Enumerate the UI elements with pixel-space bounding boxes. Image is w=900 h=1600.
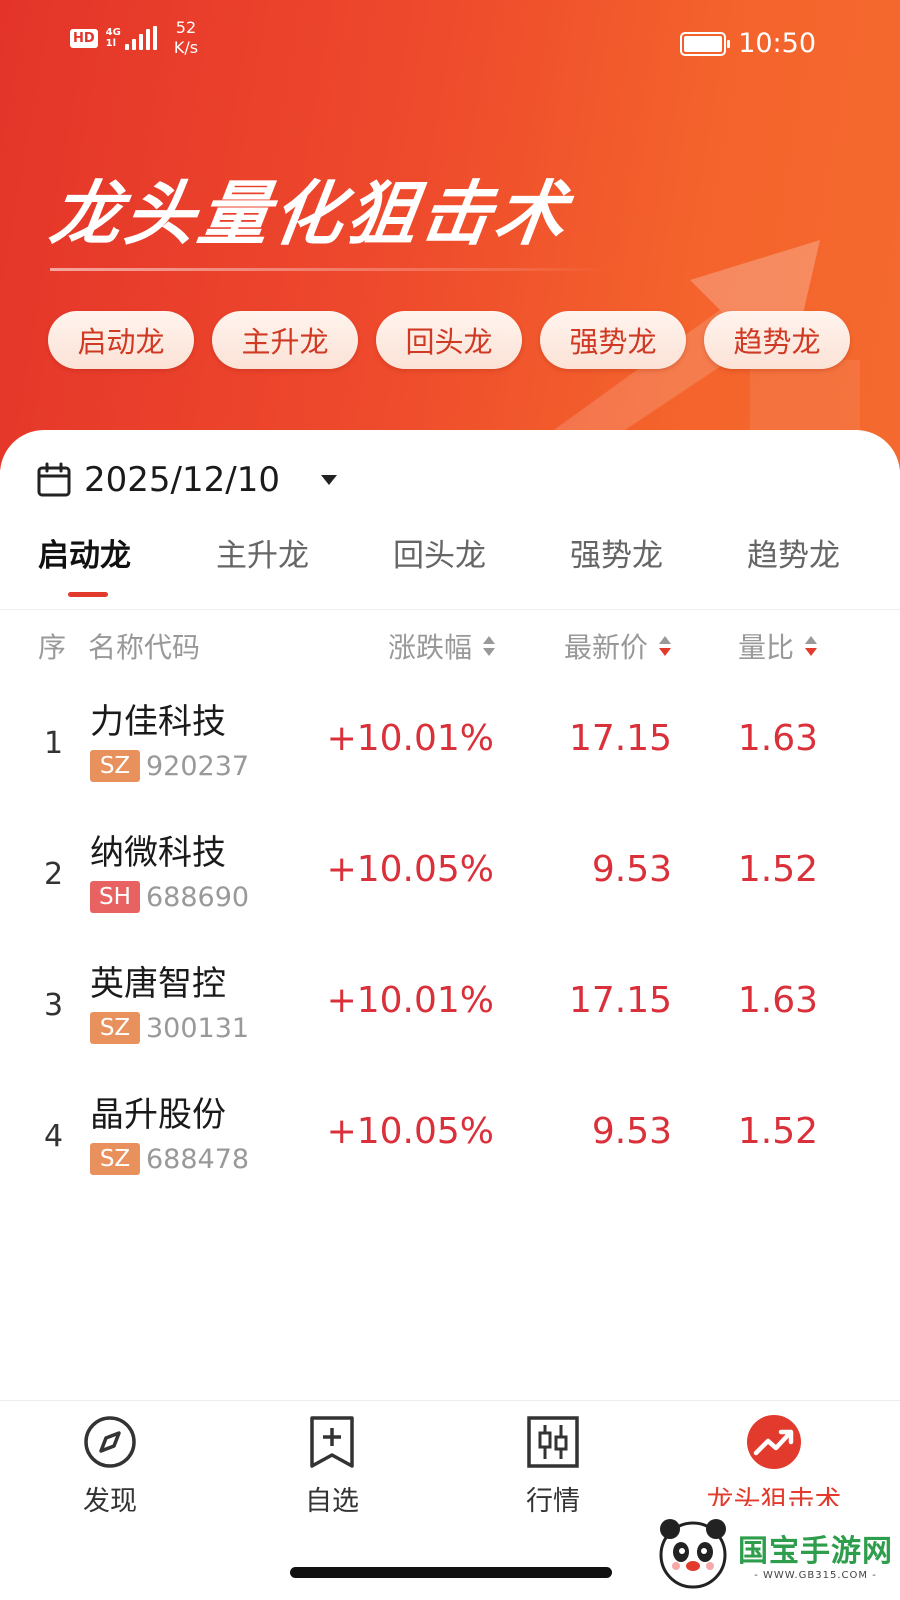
- tab-huitoulong[interactable]: 回头龙: [393, 530, 486, 590]
- chip-qiangshilong[interactable]: 强势龙: [540, 311, 686, 369]
- stock-name: 晶升股份: [90, 1095, 226, 1135]
- hero-title: 龙头量化狙击术: [45, 173, 575, 255]
- watermark-url: - WWW.GB315.COM -: [754, 1569, 877, 1581]
- home-indicator[interactable]: [290, 1567, 612, 1578]
- nav-label: 发现: [83, 1486, 137, 1517]
- hero-banner: HD 4G 1l 52 K/s 10:50 龙头量化狙击术 启动龙 主升龙 回头龙 …: [0, 0, 900, 470]
- stock-code: 920237: [146, 750, 250, 782]
- nav-watchlist[interactable]: 自选: [232, 1413, 432, 1518]
- sort-icon: [805, 636, 817, 656]
- nav-label: 行情: [526, 1486, 580, 1517]
- stock-name: 英唐智控: [90, 964, 226, 1004]
- compass-icon: [84, 1416, 136, 1468]
- stock-name: 纳微科技: [90, 833, 226, 873]
- market-badge: SZ: [90, 1143, 140, 1175]
- strategy-chips: 启动龙 主升龙 回头龙 强势龙 趋势龙: [48, 311, 850, 369]
- table-row[interactable]: 3 英唐智控 SZ 300131 +10.01% 17.15 1.63: [0, 950, 900, 1080]
- table-header: 序 名称代码 涨跌幅 最新价 量比: [0, 626, 900, 666]
- tab-bar: 启动龙 主升龙 回头龙 强势龙 趋势龙: [0, 530, 900, 602]
- volume-ratio: 1.52: [737, 1111, 818, 1152]
- latest-price: 9.53: [591, 849, 672, 890]
- active-tab-indicator: [68, 592, 108, 597]
- hd-badge: HD: [70, 28, 98, 48]
- site-watermark: 国宝手游网 - WWW.GB315.COM -: [648, 1506, 900, 1600]
- header-index: 序: [38, 631, 67, 664]
- latest-price: 17.15: [568, 980, 672, 1021]
- change-percent: +10.01%: [326, 980, 494, 1021]
- stock-code: 688690: [146, 881, 250, 913]
- trend-up-icon: [747, 1415, 801, 1469]
- nav-dragon-sniper[interactable]: 龙头狙击术: [674, 1413, 874, 1518]
- battery-icon: [680, 31, 731, 56]
- table-row[interactable]: 2 纳微科技 SH 688690 +10.05% 9.53 1.52: [0, 819, 900, 949]
- header-name-code: 名称代码: [88, 631, 201, 664]
- tab-qushilong[interactable]: 趋势龙: [747, 530, 840, 590]
- market-badge: SZ: [90, 1012, 140, 1044]
- chip-qidonglong[interactable]: 启动龙: [48, 311, 194, 369]
- change-percent: +10.05%: [326, 1111, 494, 1152]
- market-badge: SZ: [90, 750, 140, 782]
- table-row[interactable]: 1 力佳科技 SZ 920237 +10.01% 17.15 1.63: [0, 688, 900, 818]
- row-index: 2: [44, 857, 64, 892]
- status-bar: HD 4G 1l 52 K/s 10:50: [0, 0, 900, 82]
- content-card: 2025/12/10 启动龙 主升龙 回头龙 强势龙 趋势龙 序 名称代码 涨跌…: [0, 430, 900, 1400]
- header-volume-ratio[interactable]: 量比: [738, 626, 818, 666]
- tab-qiangshilong[interactable]: 强势龙: [570, 530, 663, 590]
- volume-ratio: 1.52: [737, 849, 818, 890]
- selected-date: 2025/12/10: [84, 460, 280, 500]
- watermark-brand: 国宝手游网: [738, 1533, 893, 1569]
- calendar-icon: [37, 462, 71, 497]
- nav-discover[interactable]: 发现: [10, 1413, 210, 1518]
- date-selector[interactable]: 2025/12/10: [36, 460, 338, 500]
- signal-icon: [124, 26, 160, 50]
- tab-zhushenglong[interactable]: 主升龙: [216, 530, 309, 590]
- bookmark-plus-icon: [310, 1416, 354, 1468]
- candlestick-icon: [527, 1416, 579, 1468]
- chip-qushilong[interactable]: 趋势龙: [704, 311, 850, 369]
- tabs-divider: [0, 609, 900, 610]
- latest-price: 17.15: [568, 718, 672, 759]
- sort-icon: [483, 636, 495, 656]
- change-percent: +10.05%: [326, 849, 494, 890]
- hero-divider: [50, 268, 610, 271]
- tab-qidonglong[interactable]: 启动龙: [38, 530, 131, 590]
- sort-icon: [659, 636, 671, 656]
- latest-price: 9.53: [591, 1111, 672, 1152]
- caret-down-icon: [320, 475, 337, 485]
- nav-label: 自选: [305, 1486, 359, 1517]
- stock-code: 300131: [146, 1012, 250, 1044]
- clock: 10:50: [738, 28, 816, 59]
- chip-huitoulong[interactable]: 回头龙: [376, 311, 522, 369]
- network-speed: 52 K/s: [173, 18, 199, 57]
- stock-code: 688478: [146, 1143, 250, 1175]
- stock-name: 力佳科技: [90, 702, 226, 742]
- network-type: 4G 1l: [105, 27, 121, 49]
- row-index: 4: [44, 1119, 64, 1154]
- chip-zhushenglong[interactable]: 主升龙: [212, 311, 358, 369]
- market-badge: SH: [90, 881, 140, 913]
- nav-market[interactable]: 行情: [453, 1413, 653, 1518]
- row-index: 1: [44, 726, 64, 761]
- table-row[interactable]: 4 晶升股份 SZ 688478 +10.05% 9.53 1.52: [0, 1081, 900, 1211]
- volume-ratio: 1.63: [737, 718, 818, 759]
- panda-logo-icon: [659, 1519, 727, 1589]
- header-price[interactable]: 最新价: [564, 626, 672, 666]
- volume-ratio: 1.63: [737, 980, 818, 1021]
- row-index: 3: [44, 988, 64, 1023]
- change-percent: +10.01%: [326, 718, 494, 759]
- header-change[interactable]: 涨跌幅: [388, 626, 496, 666]
